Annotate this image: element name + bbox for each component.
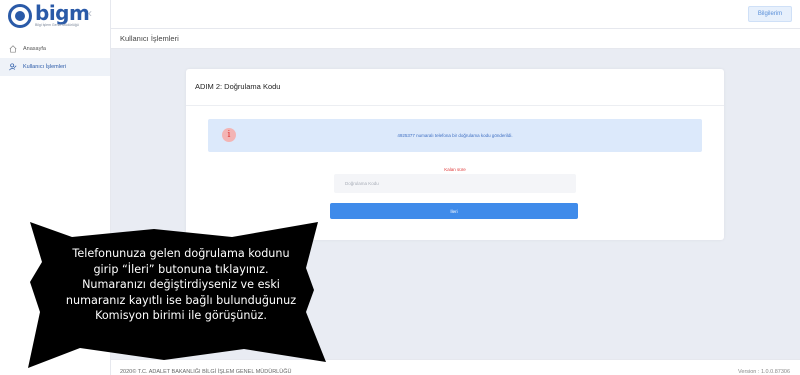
bilgilerim-button[interactable]: Bilgilerim — [748, 6, 792, 22]
info-alert: i 4925377 numaralı telefona bir doğrulam… — [208, 119, 702, 152]
user-edit-icon — [8, 63, 17, 72]
verification-card: ADIM 2: Doğrulama Kodu i 4925377 numaral… — [186, 69, 724, 240]
sidebar-item-anasayfa[interactable]: Anasayfa — [0, 40, 110, 58]
sidebar-item-label: Anasayfa — [23, 46, 46, 52]
breadcrumb: Kullanıcı İşlemleri — [120, 34, 179, 43]
home-icon — [8, 45, 17, 54]
card-title: ADIM 2: Doğrulama Kodu — [195, 82, 281, 91]
sidebar-item-label: Kullanıcı İşlemleri — [23, 64, 67, 70]
verification-code-input[interactable] — [334, 174, 576, 193]
logo-emblem-icon — [8, 4, 32, 28]
footer-copyright: 2020© T.C. ADALET BAKANLIĞI BİLGİ İŞLEM … — [120, 369, 292, 375]
sidebar-item-kullanici-islemleri[interactable]: Kullanıcı İşlemleri — [0, 58, 110, 76]
logo-text: bigm — [35, 1, 90, 25]
card-divider — [186, 105, 724, 106]
logo-subtitle: Bilgi İşlem Genel Müdürlüğü — [35, 23, 79, 27]
sidebar-nav: Anasayfa Kullanıcı İşlemleri — [0, 40, 110, 76]
bigm-logo[interactable]: bigm Bilgi İşlem Genel Müdürlüğü — [8, 1, 90, 30]
sidebar: bigm Bilgi İşlem Genel Müdürlüğü ‹ Anasa… — [0, 0, 111, 375]
breadcrumb-bar: Kullanıcı İşlemleri — [111, 29, 800, 49]
footer: 2020© T.C. ADALET BAKANLIĞI BİLGİ İŞLEM … — [111, 359, 800, 375]
top-bar: Bilgilerim — [111, 0, 800, 29]
collapse-sidebar-chevron-icon[interactable]: ‹ — [88, 6, 92, 20]
alert-message: 4925377 numaralı telefona bir doğrulama … — [397, 133, 513, 138]
footer-version: Version : 1.0.0.87306 — [738, 369, 790, 375]
next-button[interactable]: İleri — [330, 203, 578, 219]
remaining-time-label: Kalan süre — [444, 167, 466, 172]
